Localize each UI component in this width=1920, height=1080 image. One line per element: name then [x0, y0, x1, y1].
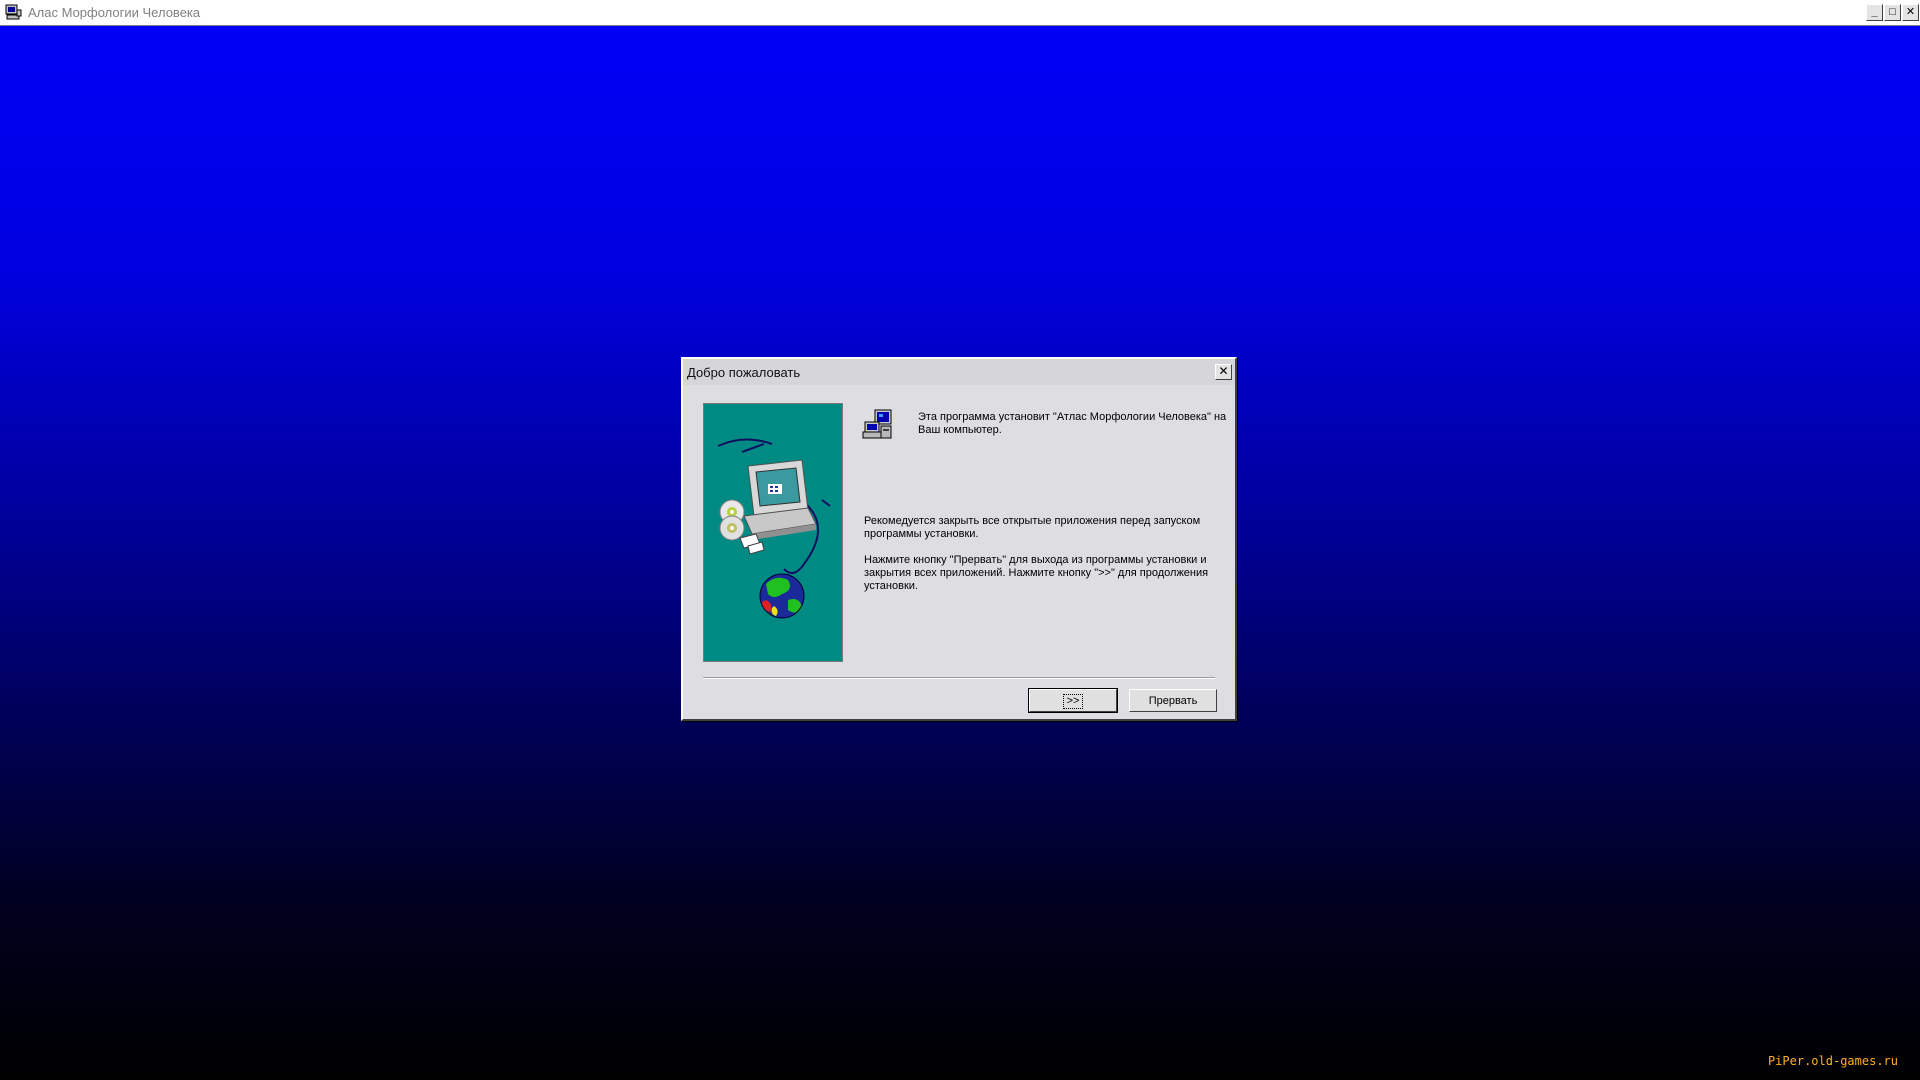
intro-text: Эта программа установит "Атлас Морфологи… — [918, 411, 1227, 436]
computer-globe-illustration — [703, 403, 843, 662]
close-icon: ✕ — [1905, 6, 1916, 18]
next-button-label: >> — [1062, 694, 1084, 709]
minimize-button[interactable]: _ — [1866, 4, 1883, 21]
instruction-text: Нажмите кнопку "Прервать" для выхода из … — [864, 554, 1209, 592]
minimize-icon: _ — [1871, 6, 1878, 18]
dialog-close-button[interactable]: ✕ — [1215, 364, 1232, 380]
dialog-title: Добро пожаловать — [687, 365, 801, 380]
maximize-button[interactable]: □ — [1884, 4, 1901, 21]
close-icon: ✕ — [1218, 364, 1229, 378]
close-button[interactable]: ✕ — [1902, 4, 1919, 21]
illustration-art — [717, 438, 831, 619]
computer-setup-icon — [5, 4, 22, 20]
app-title-bar: Алас Морфологии Человека _ □ ✕ — [0, 0, 1920, 26]
app-title: Алас Морфологии Человека — [28, 5, 201, 20]
cancel-button[interactable]: Прервать — [1129, 689, 1217, 712]
welcome-dialog: Добро пожаловать ✕ Эта программа установ… — [681, 357, 1237, 721]
desktop-background: Алас Морфологии Человека _ □ ✕ Добро пож… — [0, 0, 1920, 1080]
recommendation-text: Рекомедуется закрыть все открытые прилож… — [864, 515, 1201, 540]
separator-line — [703, 677, 1215, 679]
watermark-text: PiPer.old-games.ru — [1767, 1054, 1898, 1068]
dialog-title-bar[interactable]: Добро пожаловать ✕ — [683, 359, 1235, 385]
next-button[interactable]: >> — [1028, 688, 1118, 713]
setup-computer-icon — [862, 409, 892, 439]
maximize-icon: □ — [1889, 6, 1896, 18]
